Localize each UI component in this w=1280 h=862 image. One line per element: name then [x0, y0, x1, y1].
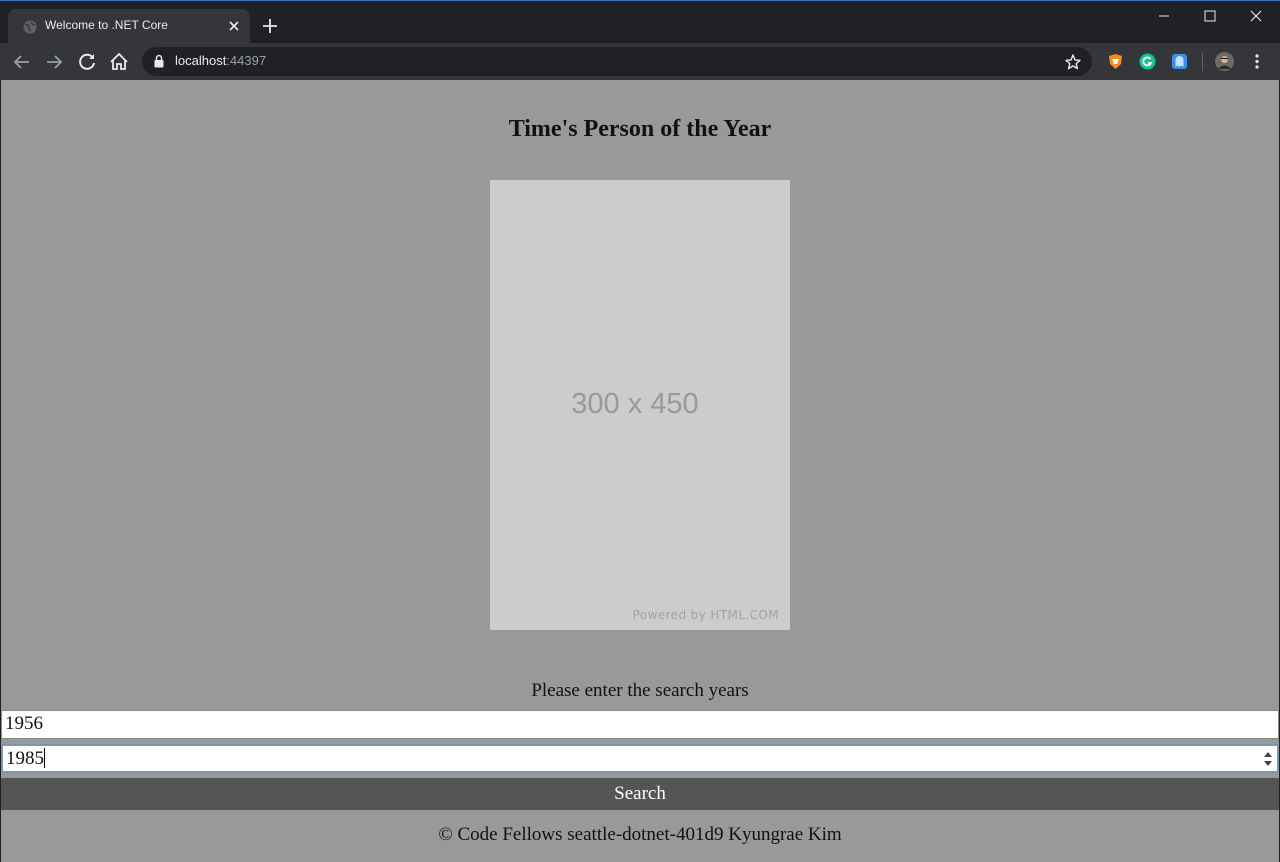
reload-icon[interactable]	[75, 50, 99, 74]
maximize-icon[interactable]	[1187, 2, 1233, 32]
text-caret	[44, 748, 45, 768]
url-port: :44397	[226, 53, 267, 68]
plus-icon[interactable]	[259, 15, 281, 37]
page-content: Time's Person of the Year 300 x 450 Powe…	[1, 80, 1279, 862]
placeholder-size-text: 300 x 450	[571, 388, 699, 420]
profile-avatar-icon[interactable]	[1215, 52, 1234, 71]
url-host: localhost	[175, 53, 227, 68]
tab-title: Welcome to .NET Core	[45, 18, 168, 32]
start-year-input[interactable]: 1956	[1, 710, 1279, 739]
browser-toolbar: localhost:44397	[0, 43, 1280, 80]
address-bar[interactable]: localhost:44397	[142, 47, 1092, 76]
grammarly-extension-icon[interactable]	[1139, 53, 1156, 70]
search-button[interactable]: Search	[1, 778, 1279, 810]
url-text: localhost:44397	[175, 53, 266, 68]
placeholder-credit: Powered by HTML.COM	[632, 608, 779, 622]
search-prompt: Please enter the search years	[531, 680, 749, 701]
back-arrow-icon[interactable]	[10, 50, 34, 74]
browser-tab[interactable]: Welcome to .NET Core	[8, 9, 250, 44]
ghost-extension-icon[interactable]	[1171, 53, 1188, 70]
star-icon[interactable]	[1064, 53, 1082, 71]
page-title: Time's Person of the Year	[508, 116, 772, 142]
window-close-icon[interactable]	[1233, 2, 1279, 32]
end-year-value: 1985	[6, 748, 44, 769]
tab-strip: Welcome to .NET Core	[0, 1, 1280, 44]
forward-arrow-icon[interactable]	[42, 50, 66, 74]
lock-icon[interactable]	[153, 54, 165, 68]
toolbar-separator	[1202, 53, 1203, 71]
minimize-icon[interactable]	[1141, 2, 1187, 32]
page-footer: © Code Fellows seattle-dotnet-401d9 Kyun…	[438, 824, 842, 845]
end-year-input[interactable]: 1985	[1, 744, 1279, 773]
close-icon[interactable]	[226, 18, 242, 34]
placeholder-image: 300 x 450 Powered by HTML.COM	[490, 180, 790, 630]
globe-icon	[23, 20, 37, 34]
more-menu-icon[interactable]	[1250, 53, 1264, 70]
home-icon[interactable]	[107, 50, 131, 74]
start-year-value: 1956	[5, 713, 43, 734]
number-spinner-icon[interactable]	[1263, 750, 1273, 768]
brave-extension-icon[interactable]	[1107, 53, 1124, 70]
